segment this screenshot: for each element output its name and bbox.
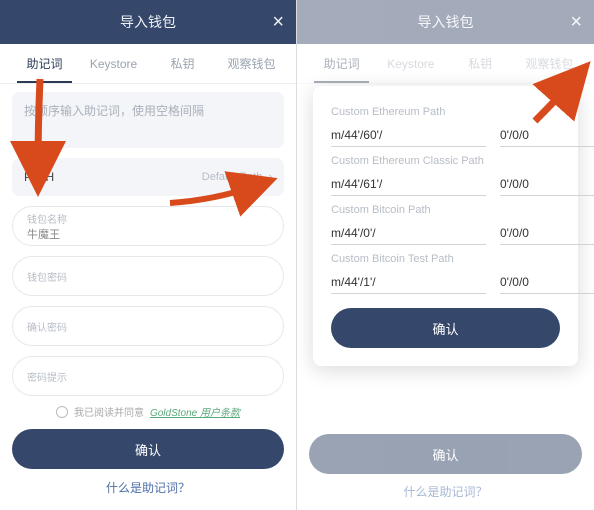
path-prefix-input[interactable] [331,222,486,245]
what-is-mnemonic-link[interactable]: 什么是助记词？ [0,479,296,496]
custom-path-modal: Custom Ethereum Path Custom Ethereum Cla… [313,86,578,366]
screen-path-modal: 导入钱包 × 助记词 Keystore 私钥 观察钱包 确认 什么是助记词？ C… [297,0,594,510]
screen-import-wallet: 导入钱包 × 助记词 Keystore 私钥 观察钱包 按顺序输入助记词，使用空… [0,0,297,510]
section-title: Custom Ethereum Path [331,106,560,118]
path-label: PATH [24,170,54,184]
path-suffix-input[interactable] [500,124,594,147]
path-section-btc: Custom Bitcoin Path [331,204,560,245]
path-section-etc: Custom Ethereum Classic Path [331,155,560,196]
path-suffix-input[interactable] [500,271,594,294]
tabs: 助记词 Keystore 私钥 观察钱包 [0,44,296,84]
confirm-password-label: 确认密码 [27,319,269,334]
path-prefix-input[interactable] [331,124,486,147]
confirm-password-field[interactable]: 确认密码 [12,306,284,346]
confirm-button-bg: 确认 [309,434,582,474]
close-icon[interactable]: × [570,12,582,32]
password-hint-field[interactable]: 密码提示 [12,356,284,396]
header: 导入钱包 × [0,0,296,44]
agree-text: 我已阅读并同意 [74,404,144,419]
wallet-password-label: 钱包密码 [27,269,269,284]
tab-keystore[interactable]: Keystore [79,47,148,81]
what-is-mnemonic-link-bg: 什么是助记词？ [297,483,594,500]
tab-mnemonic[interactable]: 助记词 [10,45,79,82]
form-body: 按顺序输入助记词，使用空格间隔 PATH Default Path › 钱包名称… [0,84,296,419]
tab-private-key: 私钥 [446,45,515,82]
header-title: 导入钱包 [418,12,474,32]
tab-watch-wallet[interactable]: 观察钱包 [217,45,286,82]
close-icon[interactable]: × [272,12,284,32]
section-title: Custom Bitcoin Path [331,204,560,216]
header: 导入钱包 × [297,0,594,44]
mnemonic-input[interactable]: 按顺序输入助记词，使用空格间隔 [12,92,284,148]
tab-watch-wallet: 观察钱包 [515,45,584,82]
path-section-eth: Custom Ethereum Path [331,106,560,147]
wallet-name-label: 钱包名称 [27,211,269,226]
path-prefix-input[interactable] [331,173,486,196]
section-title: Custom Bitcoin Test Path [331,253,560,265]
terms-link[interactable]: GoldStone 用户条款 [150,404,240,419]
tab-private-key[interactable]: 私钥 [148,45,217,82]
path-section-btc-test: Custom Bitcoin Test Path [331,253,560,294]
agree-terms-row[interactable]: 我已阅读并同意 GoldStone 用户条款 [12,404,284,419]
password-hint-label: 密码提示 [27,369,269,384]
path-value: Default Path › [202,171,272,183]
modal-confirm-button[interactable]: 确认 [331,308,560,348]
wallet-password-field[interactable]: 钱包密码 [12,256,284,296]
tab-keystore: Keystore [376,47,445,81]
wallet-name-field[interactable]: 钱包名称 牛魔王 [12,206,284,246]
tabs: 助记词 Keystore 私钥 观察钱包 [297,44,594,84]
wallet-name-value: 牛魔王 [27,226,269,242]
header-title: 导入钱包 [120,12,176,32]
section-title: Custom Ethereum Classic Path [331,155,560,167]
path-selector[interactable]: PATH Default Path › [12,158,284,196]
tab-mnemonic: 助记词 [307,45,376,82]
checkbox-icon[interactable] [56,406,68,418]
path-suffix-input[interactable] [500,173,594,196]
chevron-right-icon: › [268,171,272,183]
confirm-button[interactable]: 确认 [12,429,284,469]
path-prefix-input[interactable] [331,271,486,294]
path-suffix-input[interactable] [500,222,594,245]
